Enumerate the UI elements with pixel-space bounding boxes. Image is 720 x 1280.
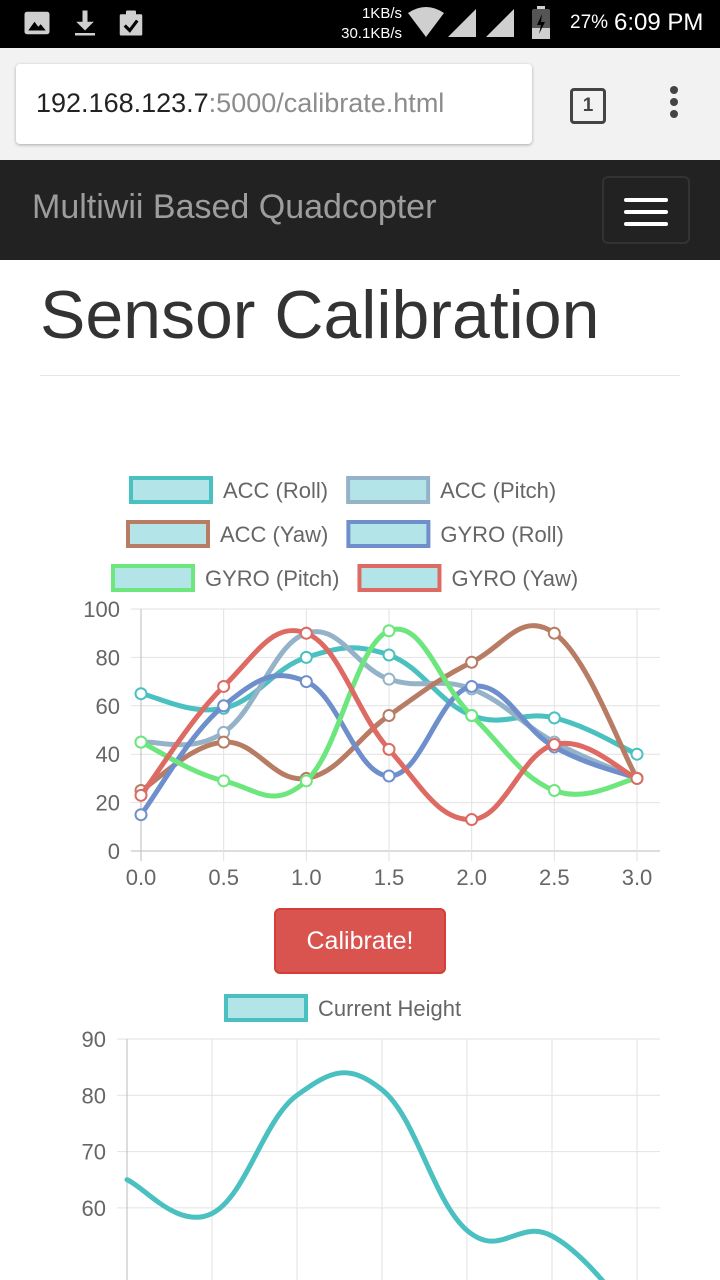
battery-percent: 27% (570, 12, 609, 33)
url-field[interactable]: 192.168.123.7:5000/calibrate.html (16, 64, 532, 144)
legend-label: ACC (Roll) (223, 478, 328, 503)
data-point (547, 738, 561, 752)
hamburger-menu-button[interactable] (602, 176, 690, 244)
tab-switcher-button[interactable]: 1 (570, 88, 606, 124)
battery-icon (532, 6, 550, 39)
x-tick-label: 2.0 (456, 865, 487, 890)
legend-swatch (346, 520, 431, 548)
url-path: :5000/calibrate.html (208, 88, 445, 118)
more-options-icon[interactable] (664, 86, 684, 126)
signal-icon (448, 9, 476, 37)
data-point (217, 679, 231, 693)
data-point (134, 687, 148, 701)
download-icon (75, 10, 95, 36)
data-point (134, 788, 148, 802)
data-point (465, 679, 479, 693)
data-point (382, 769, 396, 783)
legend-label: ACC (Yaw) (220, 522, 328, 547)
y-tick-label: 80 (82, 1083, 106, 1108)
data-point (465, 813, 479, 827)
y-tick-label: 0 (108, 839, 120, 864)
data-point (217, 774, 231, 788)
calibrate-button[interactable]: Calibrate! (274, 908, 446, 974)
data-point (465, 708, 479, 722)
data-point (382, 742, 396, 756)
x-tick-label: 2.5 (539, 865, 570, 890)
y-tick-label: 40 (96, 742, 120, 767)
data-point (134, 735, 148, 749)
data-point (547, 626, 561, 640)
url-text: 192.168.123.7:5000/calibrate.html (36, 88, 444, 119)
data-point (299, 774, 313, 788)
x-tick-label: 0.0 (126, 865, 157, 890)
y-tick-label: 70 (82, 1140, 106, 1165)
x-tick-label: 1.5 (374, 865, 405, 890)
y-tick-label: 20 (96, 791, 120, 816)
speed-up-text: 1KB/s (361, 5, 402, 22)
legend-swatch (111, 564, 195, 592)
legend-label: GYRO (Pitch) (205, 566, 339, 591)
navbar-brand[interactable]: Multiwii Based Quadcopter (32, 188, 436, 227)
status-bar: 1KB/s 30.1KB/s 27% 6:09 PM (0, 0, 720, 48)
page-title: Sensor Calibration (40, 277, 600, 353)
data-point (217, 735, 231, 749)
y-tick-label: 60 (96, 694, 120, 719)
data-point (299, 675, 313, 689)
data-point (630, 771, 644, 785)
legend-label: GYRO (Yaw) (451, 566, 578, 591)
y-tick-label: 100 (83, 597, 120, 622)
data-point (382, 648, 396, 662)
image-icon (24, 11, 50, 35)
data-point (382, 624, 396, 638)
navbar: Multiwii Based Quadcopter (0, 160, 720, 260)
x-tick-label: 0.5 (208, 865, 239, 890)
x-tick-label: 1.0 (291, 865, 322, 890)
hamburger-icon (624, 198, 668, 202)
clock: 6:09 PM (614, 9, 704, 36)
data-point (382, 672, 396, 686)
data-point (299, 626, 313, 640)
y-tick-label: 80 (96, 645, 120, 670)
legend-swatch (357, 564, 442, 592)
x-tick-label: 3.0 (622, 865, 653, 890)
legend-swatch (129, 476, 213, 504)
legend-swatch (126, 520, 210, 548)
data-point (382, 708, 396, 722)
data-point (217, 699, 231, 713)
legend-swatch (224, 994, 308, 1022)
data-point (630, 747, 644, 761)
y-tick-label: 60 (82, 1196, 106, 1221)
legend-swatch (346, 476, 431, 504)
title-divider (40, 375, 680, 376)
clipboard-check-icon (119, 10, 143, 36)
browser-toolbar: 192.168.123.7:5000/calibrate.html 1 (0, 48, 720, 160)
legend-label: ACC (Pitch) (440, 478, 556, 503)
wifi-icon (408, 7, 444, 37)
current-height-chart: Current Height 60 70 80 90 (82, 994, 660, 1280)
data-point (134, 808, 148, 822)
signal-icon (486, 9, 514, 37)
url-host: 192.168.123.7 (36, 88, 209, 118)
data-point (547, 784, 561, 797)
y-tick-label: 90 (82, 1027, 106, 1052)
speed-down-text: 30.1KB/s (341, 25, 402, 42)
sensor-calibration-chart: ACC (Roll) ACC (Pitch) ACC (Yaw) GYRO (Roll… (83, 476, 660, 890)
legend-label: Current Height (318, 996, 461, 1021)
data-point (547, 711, 561, 725)
network-speed: 1KB/s 30.1KB/s (312, 4, 402, 44)
legend-label: GYRO (Roll) (440, 522, 563, 547)
data-point (465, 655, 479, 669)
data-point (299, 650, 313, 664)
